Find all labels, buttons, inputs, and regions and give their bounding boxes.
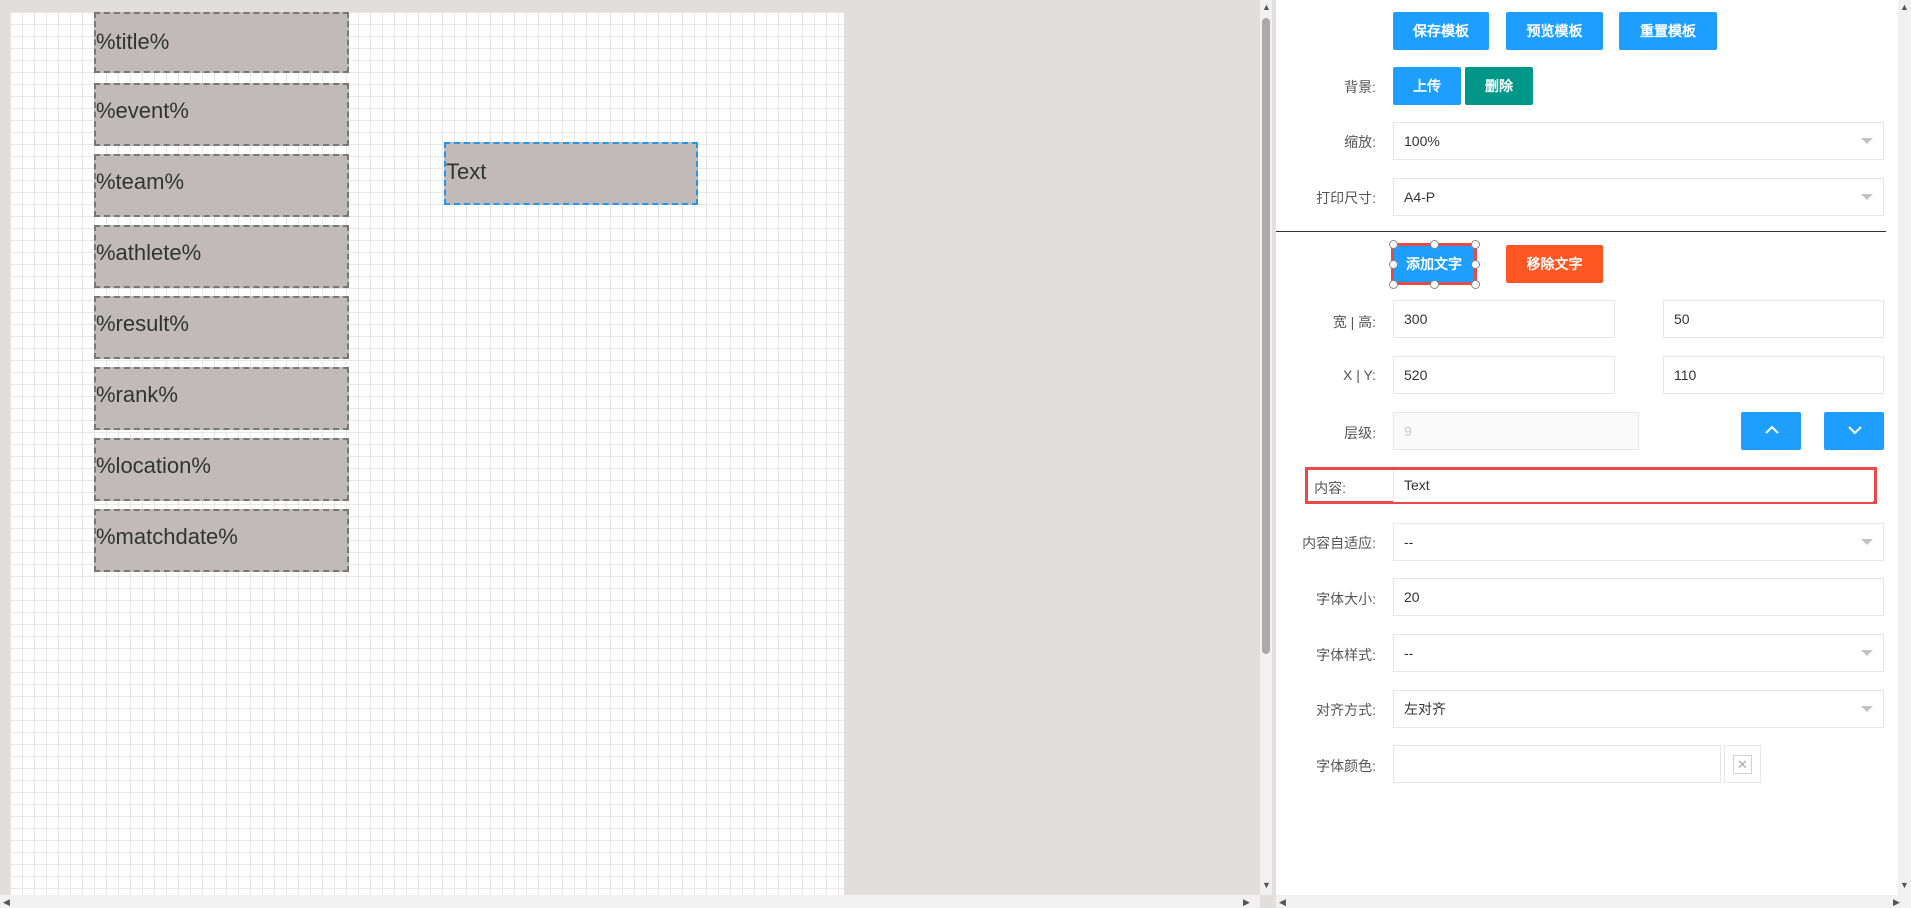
field-title[interactable]: %title% (94, 12, 349, 73)
print-size-value: A4-P (1404, 189, 1436, 205)
scroll-down-arrow-icon[interactable]: ▼ (1900, 880, 1909, 890)
layer-label: 层级: (1344, 425, 1376, 441)
add-text-button[interactable]: 添加文字 (1391, 243, 1477, 285)
content-fit-label: 内容自适应: (1302, 535, 1376, 551)
resize-handle[interactable] (1430, 240, 1439, 249)
font-size-label: 字体大小: (1316, 591, 1376, 607)
font-style-value: -- (1404, 645, 1414, 661)
chevron-down-icon (1861, 194, 1873, 200)
print-size-select[interactable]: A4-P (1393, 178, 1884, 216)
remove-text-button[interactable]: 移除文字 (1506, 245, 1603, 283)
font-style-label: 字体样式: (1316, 647, 1376, 663)
template-canvas[interactable]: %title% %event% %team% %athlete% %result… (10, 12, 844, 908)
clear-color-icon[interactable]: ✕ (1733, 755, 1752, 774)
resize-handle[interactable] (1471, 260, 1480, 269)
zoom-value: 100% (1404, 133, 1440, 149)
y-input[interactable]: 110 (1663, 356, 1884, 394)
size-label: 宽 | 高: (1332, 314, 1376, 330)
reset-template-button[interactable]: 重置模板 (1619, 12, 1717, 50)
chevron-down-icon (1861, 539, 1873, 545)
content-fit-select[interactable]: -- (1393, 523, 1884, 561)
font-size-input[interactable]: 20 (1393, 578, 1884, 616)
background-label: 背景: (1344, 79, 1376, 95)
field-result[interactable]: %result% (94, 296, 349, 359)
scroll-right-arrow-icon[interactable]: ▶ (1243, 897, 1250, 907)
field-athlete[interactable]: %athlete% (94, 225, 349, 288)
font-style-select[interactable]: -- (1393, 634, 1884, 672)
save-template-button[interactable]: 保存模板 (1393, 12, 1489, 50)
delete-background-button[interactable]: 删除 (1465, 67, 1533, 105)
chevron-down-icon (1861, 138, 1873, 144)
chevron-down-icon (1848, 426, 1862, 435)
field-event[interactable]: %event% (94, 83, 349, 146)
field-matchdate[interactable]: %matchdate% (94, 509, 349, 572)
scroll-down-arrow-icon[interactable]: ▼ (1262, 880, 1271, 890)
field-team[interactable]: %team% (94, 154, 349, 217)
field-text-selected[interactable]: Text (444, 142, 698, 205)
x-input[interactable]: 520 (1393, 356, 1615, 394)
content-input[interactable]: Text (1393, 470, 1873, 502)
upload-button[interactable]: 上传 (1393, 67, 1461, 105)
resize-handle[interactable] (1430, 280, 1439, 289)
alignment-label: 对齐方式: (1316, 702, 1376, 718)
content-fit-value: -- (1404, 534, 1414, 550)
template-editor-area: %title% %event% %team% %athlete% %result… (0, 0, 1272, 908)
alignment-value: 左对齐 (1404, 701, 1446, 717)
font-color-input[interactable] (1393, 745, 1721, 783)
chevron-down-icon (1861, 650, 1873, 656)
panel-vertical-scrollbar[interactable]: ▲ ▼ (1898, 0, 1911, 895)
layer-down-button[interactable] (1824, 412, 1884, 450)
zoom-label: 缩放: (1344, 134, 1376, 150)
resize-handle[interactable] (1389, 280, 1398, 289)
scroll-right-arrow-icon[interactable]: ▶ (1893, 897, 1900, 907)
layer-up-button[interactable] (1741, 412, 1801, 450)
width-input[interactable]: 300 (1393, 300, 1615, 338)
chevron-down-icon (1861, 706, 1873, 712)
panel-horizontal-scrollbar[interactable]: ◀ ▶ (1276, 895, 1911, 908)
scroll-up-arrow-icon[interactable]: ▲ (1262, 2, 1271, 12)
scroll-up-arrow-icon[interactable]: ▲ (1900, 2, 1909, 12)
resize-handle[interactable] (1471, 240, 1480, 249)
properties-panel: 保存模板 预览模板 重置模板 背景: 上传 删除 缩放: 100% 打印尺寸: … (1276, 0, 1898, 895)
resize-handle[interactable] (1471, 280, 1480, 289)
resize-handle[interactable] (1389, 240, 1398, 249)
print-size-label: 打印尺寸: (1316, 190, 1376, 206)
alignment-select[interactable]: 左对齐 (1393, 690, 1884, 728)
chevron-up-icon (1765, 425, 1779, 434)
content-label: 内容: (1314, 480, 1346, 496)
height-input[interactable]: 50 (1663, 300, 1884, 338)
scroll-left-arrow-icon[interactable]: ◀ (1279, 897, 1286, 907)
position-label: X | Y: (1343, 367, 1376, 383)
field-rank[interactable]: %rank% (94, 367, 349, 430)
preview-template-button[interactable]: 预览模板 (1506, 12, 1603, 50)
field-location[interactable]: %location% (94, 438, 349, 501)
canvas-horizontal-scrollbar[interactable]: ◀ ▶ (0, 895, 1260, 908)
resize-handle[interactable] (1389, 260, 1398, 269)
zoom-select[interactable]: 100% (1393, 122, 1884, 160)
font-color-label: 字体颜色: (1316, 758, 1376, 774)
scroll-thumb[interactable] (1262, 18, 1270, 654)
layer-input: 9 (1393, 412, 1639, 450)
canvas-vertical-scrollbar[interactable]: ▲ ▼ (1260, 0, 1272, 895)
panel-divider (1276, 231, 1886, 232)
scroll-left-arrow-icon[interactable]: ◀ (3, 897, 10, 907)
color-picker-trigger[interactable]: ✕ (1724, 745, 1761, 783)
